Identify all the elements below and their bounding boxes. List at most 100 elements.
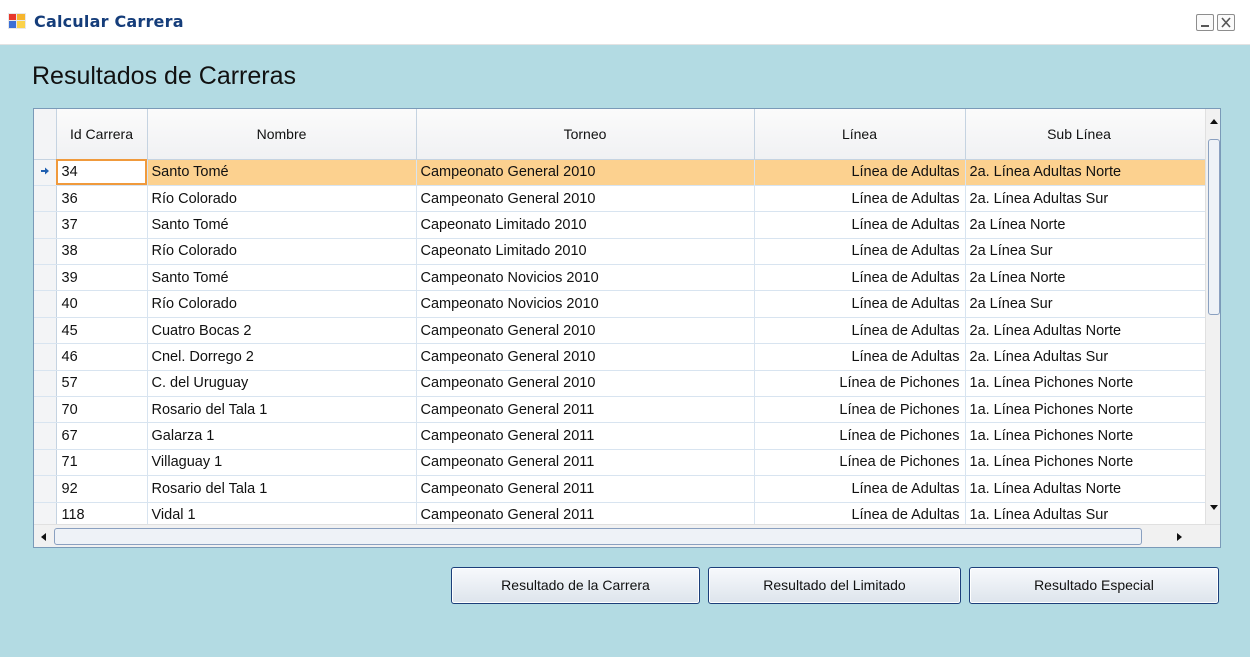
cell-sublinea[interactable]: 2a. Línea Adultas Norte [965,317,1206,345]
cell-torneo[interactable]: Capeonato Limitado 2010 [416,238,755,266]
column-header-linea[interactable]: Línea [754,109,966,160]
cell-linea[interactable]: Línea de Adultas [754,317,966,345]
row-header[interactable] [34,238,57,266]
cell-linea[interactable]: Línea de Pichones [754,370,966,398]
cell-nombre[interactable]: Cuatro Bocas 2 [147,317,417,345]
row-header[interactable] [34,317,57,345]
cell-sublinea[interactable]: 1a. Línea Pichones Norte [965,422,1206,450]
cell-linea[interactable]: Línea de Pichones [754,449,966,477]
scroll-down-icon[interactable] [1207,500,1221,514]
cell-nombre[interactable]: Río Colorado [147,238,417,266]
cell-nombre[interactable]: Villaguay 1 [147,449,417,477]
column-header-id[interactable]: Id Carrera [56,109,148,160]
cell-id[interactable]: 40 [56,290,148,318]
cell-sublinea[interactable]: 2a. Línea Adultas Sur [965,343,1206,371]
row-header[interactable] [34,185,57,213]
cell-nombre[interactable]: Santo Tomé [147,264,417,292]
table-row[interactable]: 71 Villaguay 1 Campeonato General 2011 Líne… [34,449,1206,477]
horizontal-scrollbar[interactable] [34,524,1220,547]
cell-linea[interactable]: Línea de Adultas [754,238,966,266]
row-header[interactable] [34,396,57,424]
row-header[interactable] [34,290,57,318]
cell-nombre[interactable]: Río Colorado [147,290,417,318]
cell-torneo[interactable]: Capeonato Limitado 2010 [416,211,755,239]
resultado-limitado-button[interactable]: Resultado del Limitado [708,567,961,604]
table-row[interactable]: 36 Río Colorado Campeonato General 2010 Lín… [34,185,1206,213]
cell-torneo[interactable]: Campeonato General 2010 [416,317,755,345]
row-header[interactable] [34,343,57,371]
cell-id[interactable]: 71 [56,449,148,477]
cell-linea[interactable]: Línea de Adultas [754,290,966,318]
table-row[interactable]: 92 Rosario del Tala 1 Campeonato General 2… [34,475,1206,503]
cell-linea[interactable]: Línea de Adultas [754,343,966,371]
cell-sublinea[interactable]: 2a Línea Norte [965,211,1206,239]
row-header[interactable] [34,159,57,186]
column-header-sublinea[interactable]: Sub Línea [965,109,1206,160]
cell-id[interactable]: 39 [56,264,148,292]
cell-sublinea[interactable]: 1a. Línea Pichones Norte [965,449,1206,477]
cell-id[interactable]: 57 [56,370,148,398]
table-row[interactable]: 57 C. del Uruguay Campeonato General 2010 L… [34,370,1206,398]
cell-torneo[interactable]: Campeonato General 2011 [416,475,755,503]
cell-nombre[interactable]: Santo Tomé [147,211,417,239]
cell-nombre[interactable]: Río Colorado [147,185,417,213]
table-row[interactable]: 37 Santo Tomé Capeonato Limitado 2010 Línea… [34,211,1206,239]
row-header[interactable] [34,422,57,450]
cell-sublinea[interactable]: 2a Línea Sur [965,290,1206,318]
resultado-carrera-button[interactable]: Resultado de la Carrera [451,567,700,604]
scroll-left-icon[interactable] [37,530,51,544]
cell-nombre[interactable]: Galarza 1 [147,422,417,450]
column-header-torneo[interactable]: Torneo [416,109,755,160]
vertical-scroll-thumb[interactable] [1208,139,1220,315]
cell-nombre[interactable]: Rosario del Tala 1 [147,396,417,424]
cell-nombre[interactable]: Cnel. Dorrego 2 [147,343,417,371]
table-row[interactable]: 67 Galarza 1 Campeonato General 2011 Línea … [34,422,1206,450]
cell-nombre[interactable]: Rosario del Tala 1 [147,475,417,503]
cell-linea[interactable]: Línea de Pichones [754,422,966,450]
cell-torneo[interactable]: Campeonato General 2011 [416,449,755,477]
cell-sublinea[interactable]: 2a. Línea Adultas Sur [965,185,1206,213]
close-icon[interactable] [1217,14,1235,31]
cell-torneo[interactable]: Campeonato General 2010 [416,185,755,213]
row-header[interactable] [34,475,57,503]
row-header[interactable] [34,370,57,398]
table-row[interactable]: 38 Río Colorado Capeonato Limitado 2010 Lín… [34,238,1206,266]
column-header-nombre[interactable]: Nombre [147,109,417,160]
title-bar[interactable]: Calcular Carrera [0,0,1250,45]
cell-linea[interactable]: Línea de Adultas [754,211,966,239]
table-row[interactable]: 45 Cuatro Bocas 2 Campeonato General 2010 L… [34,317,1206,345]
table-row[interactable]: 34 Santo Tomé Campeonato General 2010 Línea… [34,159,1206,186]
cell-linea[interactable]: Línea de Adultas [754,159,966,186]
cell-id[interactable]: 36 [56,185,148,213]
results-grid[interactable]: Id Carrera Nombre Torneo Línea Sub Línea… [33,108,1221,548]
cell-id[interactable]: 37 [56,211,148,239]
cell-id[interactable]: 45 [56,317,148,345]
cell-linea[interactable]: Línea de Adultas [754,264,966,292]
cell-torneo[interactable]: Campeonato General 2010 [416,370,755,398]
cell-linea[interactable]: Línea de Adultas [754,475,966,503]
cell-id[interactable]: 67 [56,422,148,450]
cell-sublinea[interactable]: 1a. Línea Pichones Norte [965,370,1206,398]
cell-id[interactable]: 38 [56,238,148,266]
horizontal-scroll-thumb[interactable] [54,528,1142,545]
minimize-icon[interactable] [1196,14,1214,31]
cell-torneo[interactable]: Campeonato General 2011 [416,396,755,424]
cell-sublinea[interactable]: 2a Línea Norte [965,264,1206,292]
row-header[interactable] [34,449,57,477]
table-row[interactable]: 40 Río Colorado Campeonato Novicios 2010 Lí… [34,290,1206,318]
table-row[interactable]: 70 Rosario del Tala 1 Campeonato General 2… [34,396,1206,424]
row-header[interactable] [34,264,57,292]
cell-sublinea[interactable]: 1a. Línea Adultas Norte [965,475,1206,503]
cell-id[interactable]: 46 [56,343,148,371]
cell-torneo[interactable]: Campeonato Novicios 2010 [416,290,755,318]
cell-torneo[interactable]: Campeonato Novicios 2010 [416,264,755,292]
cell-torneo[interactable]: Campeonato General 2011 [416,422,755,450]
cell-id[interactable]: 92 [56,475,148,503]
cell-sublinea[interactable]: 2a Línea Sur [965,238,1206,266]
table-row[interactable]: 39 Santo Tomé Campeonato Novicios 2010 Líne… [34,264,1206,292]
cell-id[interactable]: 34 [56,159,148,186]
cell-linea[interactable]: Línea de Adultas [754,185,966,213]
cell-nombre[interactable]: C. del Uruguay [147,370,417,398]
table-row[interactable]: 46 Cnel. Dorrego 2 Campeonato General 2010… [34,343,1206,371]
cell-torneo[interactable]: Campeonato General 2010 [416,343,755,371]
